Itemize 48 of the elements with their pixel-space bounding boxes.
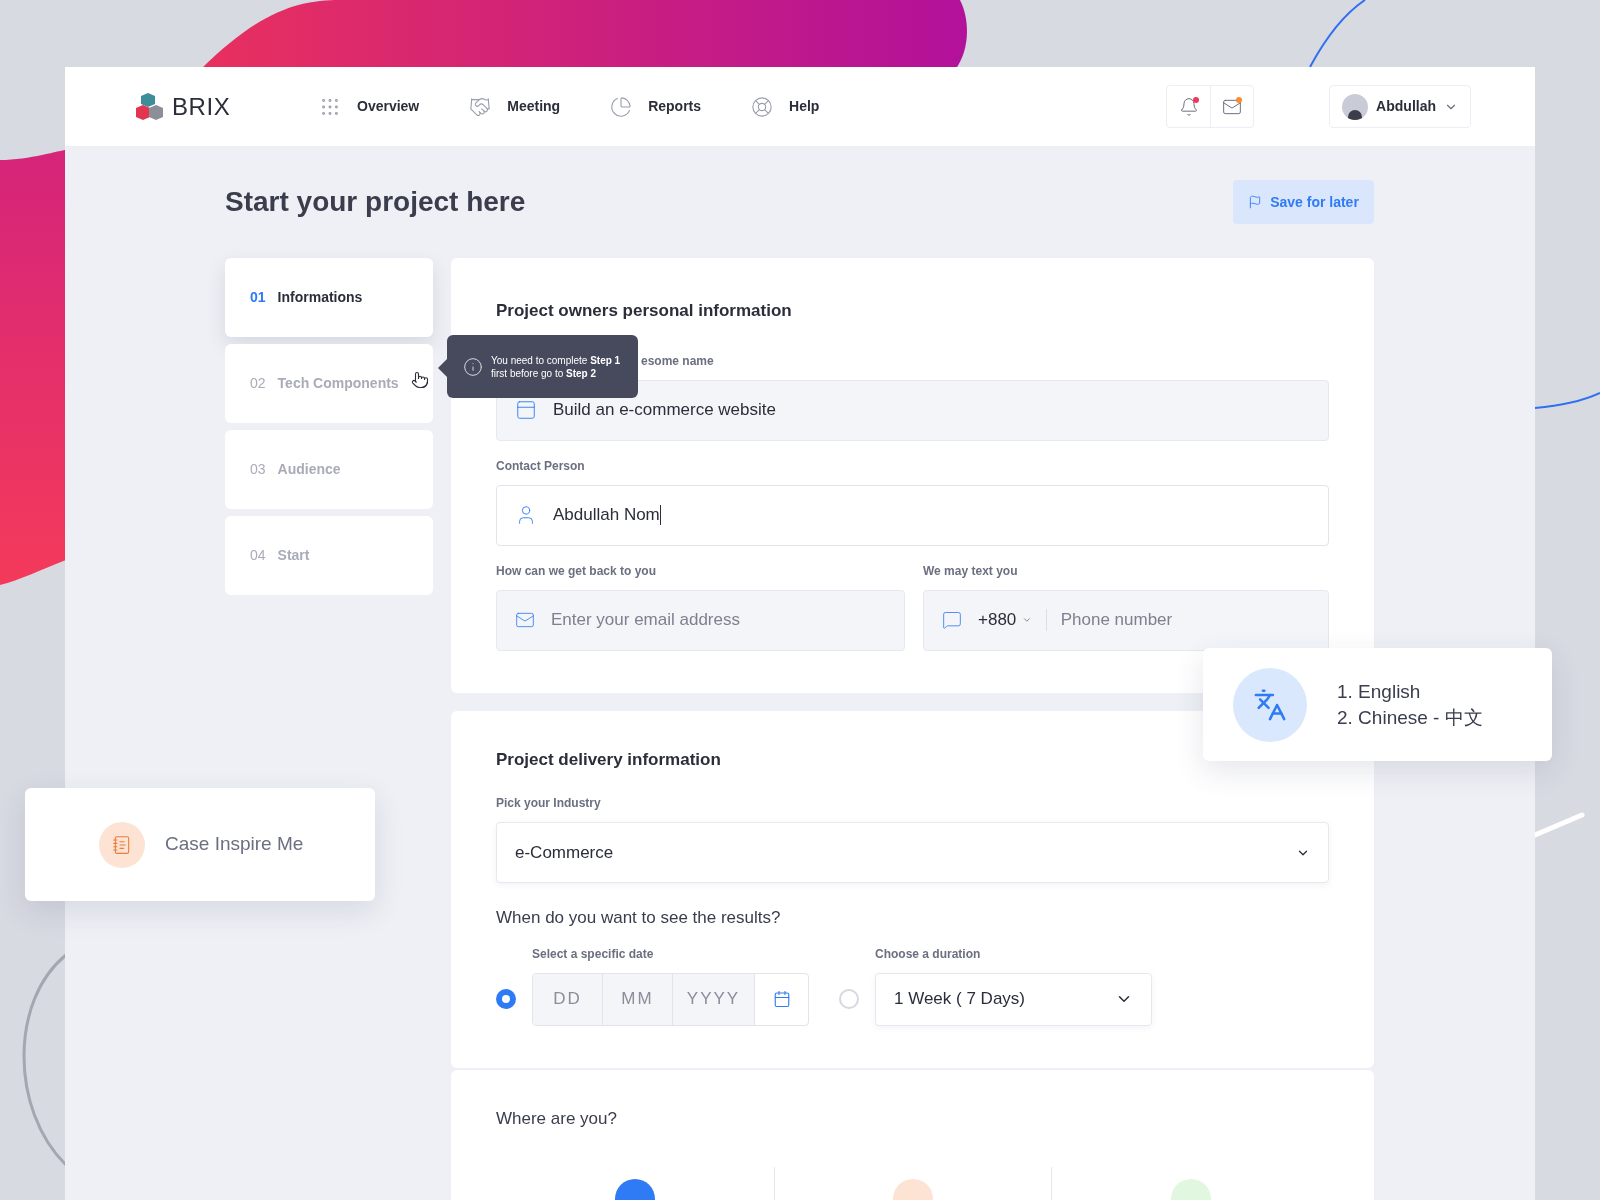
brand-name: BRIX: [172, 91, 231, 122]
field-label: Pick your Industry: [496, 795, 602, 812]
field-label: Select a specific date: [532, 945, 655, 963]
phone-number-input[interactable]: Phone number: [1060, 590, 1328, 650]
text-caret: [659, 505, 661, 525]
section-title: Project owners personal information: [496, 300, 793, 322]
industry-select[interactable]: e-Commerce: [496, 822, 1329, 883]
question-text: When do you want to see the results?: [496, 907, 782, 929]
field-label: esome name: [641, 352, 715, 370]
email-field[interactable]: Enter your email address: [496, 589, 905, 651]
section-title: Project delivery information: [496, 748, 722, 771]
pie-icon: [610, 95, 633, 118]
tooltip-text: You need to complete Step 1 first before go to Step 2: [491, 353, 622, 380]
user-menu-button[interactable]: Abdullah: [1329, 85, 1471, 128]
nav-link[interactable]: Help: [751, 95, 820, 118]
nav-link[interactable]: Reports: [610, 95, 702, 118]
help-icon: [751, 95, 774, 118]
mail-icon: [515, 610, 535, 630]
nav-link[interactable]: Overview: [319, 95, 420, 118]
window-icon: [515, 399, 537, 421]
bell-icon: [1178, 96, 1199, 117]
language-option: 2. Chinese - 中文: [1337, 704, 1483, 731]
field-label: How can we get back to you: [496, 562, 658, 580]
nav-link[interactable]: Meeting: [469, 95, 561, 118]
duration-select[interactable]: 1 Week ( 7 Days): [875, 972, 1152, 1026]
section-title: Where are you?: [496, 1107, 618, 1130]
country-code[interactable]: +880: [978, 607, 1017, 633]
phone-field[interactable]: +880 Phone number: [923, 589, 1329, 651]
radio-button[interactable]: [496, 988, 516, 1009]
page-title: Start your project here: [225, 185, 526, 219]
field-label: We may text you: [923, 562, 1019, 580]
field-label: Choose a duration: [875, 945, 982, 963]
language-option: 1. English: [1337, 678, 1483, 705]
hand-cursor-icon: [411, 371, 429, 389]
notebook-icon: [112, 834, 132, 855]
project-name-field[interactable]: Build an e-commerce website: [496, 379, 1329, 441]
avatar: [1342, 93, 1369, 120]
case-inspire-card[interactable]: Case Inspire Me: [25, 788, 375, 901]
field-label: Contact Person: [496, 457, 586, 475]
info-icon: [463, 356, 483, 377]
chat-icon: [942, 610, 962, 630]
email-input[interactable]: Enter your email address: [551, 590, 904, 650]
step-tab[interactable]: 01 Informations: [225, 258, 433, 337]
translate-icon: [1253, 687, 1287, 722]
calendar-icon[interactable]: [772, 990, 791, 1008]
flag-icon: [1248, 195, 1263, 209]
contact-person-field[interactable]: Abdullah Nom: [496, 484, 1329, 546]
handshake-icon: [469, 95, 492, 118]
